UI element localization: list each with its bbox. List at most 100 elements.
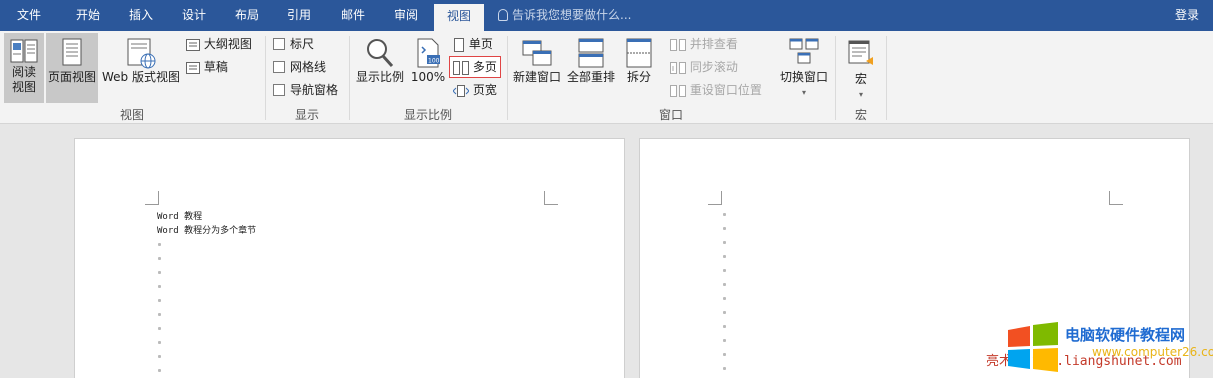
multiple-pages-button[interactable]: 多页 xyxy=(449,56,501,78)
gridlines-label: 网格线 xyxy=(290,60,327,74)
outline-button[interactable]: 大纲视图 xyxy=(186,34,252,54)
zoom-100-label: 100% xyxy=(410,70,446,84)
side-by-side-label: 并排查看 xyxy=(689,37,738,51)
sync-scroll-icon xyxy=(670,61,686,74)
show-group-label: 显示 xyxy=(294,108,319,122)
paragraph-mark xyxy=(723,269,726,272)
reset-window-position-button[interactable]: 重设窗口位置 xyxy=(670,80,762,100)
sync-scroll-button[interactable]: 同步滚动 xyxy=(670,57,738,77)
tab-review[interactable]: 审阅 xyxy=(380,0,432,31)
read-mode-button[interactable]: 阅读 视图 xyxy=(4,33,44,103)
nav-pane-checkbox[interactable]: 导航窗格 xyxy=(273,81,338,99)
views-group-label: 视图 xyxy=(119,108,144,122)
paragraph-mark xyxy=(158,313,161,316)
paragraph-mark xyxy=(723,367,726,370)
macros-button[interactable]: 宏 ▾ xyxy=(840,33,882,103)
paragraph-mark xyxy=(158,369,161,372)
multiple-pages-label: 多页 xyxy=(472,60,497,74)
watermark-url: www.computer26.com xyxy=(1092,345,1213,359)
reset-window-icon xyxy=(670,84,686,97)
tab-insert[interactable]: 插入 xyxy=(116,0,166,31)
tab-mailings[interactable]: 邮件 xyxy=(328,0,378,31)
zoom-button[interactable]: 显示比例 xyxy=(353,33,407,103)
side-by-side-icon xyxy=(670,38,686,51)
paragraph-mark xyxy=(723,325,726,328)
side-by-side-button[interactable]: 并排查看 xyxy=(670,34,738,54)
draft-icon xyxy=(186,61,200,74)
checkbox-box xyxy=(273,61,285,73)
page-width-icon xyxy=(453,84,469,97)
paragraph-mark xyxy=(158,355,161,358)
tab-layout[interactable]: 布局 xyxy=(222,0,272,31)
split-icon xyxy=(626,38,652,68)
ribbon: 阅读 视图 页面视图 Web 版式视图 大纲视图 草稿 视图 标尺 网格线 导航… xyxy=(0,31,1213,124)
gridlines-checkbox[interactable]: 网格线 xyxy=(273,58,326,76)
ruler-checkbox[interactable]: 标尺 xyxy=(273,35,314,53)
outline-icon xyxy=(186,38,200,51)
print-layout-icon xyxy=(62,38,82,66)
web-layout-label: Web 版式视图 xyxy=(102,70,180,84)
draft-label: 草稿 xyxy=(203,60,228,74)
paragraph-mark xyxy=(723,297,726,300)
paragraph-mark xyxy=(723,353,726,356)
tab-home[interactable]: 开始 xyxy=(62,0,114,31)
new-window-button[interactable]: 新建窗口 xyxy=(510,33,564,103)
arrange-all-button[interactable]: 全部重排 xyxy=(565,33,617,103)
sign-in-link[interactable]: 登录 xyxy=(1175,0,1199,31)
print-layout-button[interactable]: 页面视图 xyxy=(46,33,98,103)
paragraph-mark xyxy=(723,339,726,342)
one-page-icon xyxy=(454,37,464,52)
lightbulb-icon xyxy=(498,9,508,21)
multiple-pages-icon xyxy=(453,60,469,75)
one-page-label: 单页 xyxy=(468,37,493,51)
document-text-line[interactable]: Word 教程 xyxy=(157,209,202,222)
page-width-label: 页宽 xyxy=(472,83,497,97)
zoom-label: 显示比例 xyxy=(355,70,404,84)
one-page-button[interactable]: 单页 xyxy=(453,34,493,54)
zoom-group-label: 显示比例 xyxy=(403,108,452,122)
ruler-label: 标尺 xyxy=(290,37,315,51)
tab-design[interactable]: 设计 xyxy=(168,0,220,31)
document-text-line[interactable]: Word 教程分为多个章节 xyxy=(157,223,256,236)
document-page-1[interactable]: Word 教程 Word 教程分为多个章节 xyxy=(74,138,625,378)
crop-mark xyxy=(708,191,722,205)
watermark-title: 电脑软硬件教程网 xyxy=(1065,326,1186,344)
switch-windows-button[interactable]: 切换窗口 ▾ xyxy=(776,33,832,103)
reset-window-label: 重设窗口位置 xyxy=(689,83,762,97)
paragraph-mark xyxy=(723,311,726,314)
web-layout-icon xyxy=(127,38,156,69)
crop-mark xyxy=(544,191,558,205)
switch-windows-icon xyxy=(789,38,819,64)
tab-file[interactable]: 文件 xyxy=(4,0,54,31)
read-mode-label: 阅读 视图 xyxy=(11,65,36,94)
svg-text:100: 100 xyxy=(428,58,440,65)
paragraph-mark xyxy=(723,255,726,258)
split-button[interactable]: 拆分 xyxy=(620,33,658,103)
tab-references[interactable]: 引用 xyxy=(274,0,324,31)
split-label: 拆分 xyxy=(626,70,651,84)
paragraph-mark xyxy=(158,285,161,288)
paragraph-mark xyxy=(158,243,161,246)
window-group-label: 窗口 xyxy=(658,108,683,122)
checkbox-box xyxy=(273,38,285,50)
tab-view[interactable]: 视图 xyxy=(434,4,484,31)
sync-scroll-label: 同步滚动 xyxy=(689,60,738,74)
paragraph-mark xyxy=(723,227,726,230)
tell-me-search[interactable]: 告诉我您想要做什么... xyxy=(498,0,631,31)
macros-group-label: 宏 xyxy=(854,108,867,122)
dropdown-arrow-icon: ▾ xyxy=(801,88,806,97)
read-mode-icon xyxy=(10,39,38,63)
page-width-button[interactable]: 页宽 xyxy=(453,80,497,100)
dropdown-arrow-icon: ▾ xyxy=(858,90,863,99)
group-divider xyxy=(886,36,887,120)
zoom-100-button[interactable]: 100 100% xyxy=(410,33,446,103)
paragraph-mark xyxy=(723,283,726,286)
paragraph-mark xyxy=(158,271,161,274)
print-layout-label: 页面视图 xyxy=(47,70,96,84)
draft-button[interactable]: 草稿 xyxy=(186,57,228,77)
ribbon-tab-bar: 文件 开始 插入 设计 布局 引用 邮件 审阅 视图 告诉我您想要做什么... … xyxy=(0,0,1213,31)
web-layout-button[interactable]: Web 版式视图 xyxy=(100,33,182,103)
watermark: 电脑软硬件教程网 www.computer26.com xyxy=(1006,322,1213,378)
tell-me-text: 告诉我您想要做什么... xyxy=(512,8,632,22)
arrange-all-label: 全部重排 xyxy=(566,70,615,84)
